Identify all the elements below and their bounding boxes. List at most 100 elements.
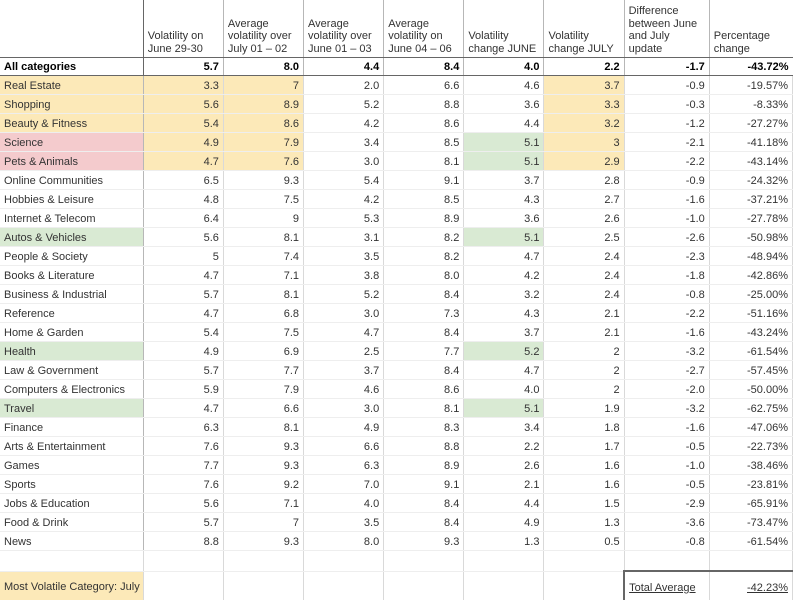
- spacer-cell: [624, 551, 710, 572]
- cell-pct_change: -27.27%: [709, 113, 793, 133]
- cell-avg_july_01_02: 7.1: [223, 493, 305, 513]
- legend-blank-cell: [383, 571, 465, 600]
- cell-pct_change: -57.45%: [709, 360, 793, 380]
- cell-avg_july_01_02: 6.8: [223, 303, 305, 323]
- row-category-label: Books & Literature: [0, 265, 144, 285]
- cell-avg_june_01_03: 2.5: [303, 341, 385, 361]
- cell-avg_june_04_06: 9.1: [383, 170, 465, 190]
- cell-change_june: 4.7: [463, 360, 545, 380]
- cell-pct_change: -42.86%: [709, 265, 793, 285]
- table-row: Science 4.9 7.9 3.4 8.5 5.1 3 -2.1 -41.18%: [0, 132, 793, 152]
- cell-vol_june_29_30: 4.7: [143, 265, 224, 285]
- cell-change_june: 3.6: [463, 208, 545, 228]
- cell-avg_june_01_03: 5.3: [303, 208, 385, 228]
- spacer-cell: [709, 551, 793, 572]
- cell-pct_change: -8.33%: [709, 94, 793, 114]
- cell-vol_june_29_30: 6.3: [143, 417, 224, 437]
- cell-avg_july_01_02: 7.9: [223, 132, 305, 152]
- row-category-label: Beauty & Fitness: [0, 113, 144, 133]
- row-category-label: Jobs & Education: [0, 493, 144, 513]
- cell-avg_june_01_03: 4.7: [303, 322, 385, 342]
- row-category-label: People & Society: [0, 246, 144, 266]
- cell-avg_june_01_03: 4.2: [303, 189, 385, 209]
- spacer-cell: [383, 551, 465, 572]
- table-row: Beauty & Fitness 5.4 8.6 4.2 8.6 4.4 3.2 -1.2 -2…: [0, 113, 793, 133]
- cell-change_july: 1.7: [543, 436, 625, 456]
- cell-avg_june_04_06: 8.1: [383, 151, 465, 171]
- cell-difference: -2.2: [624, 151, 710, 171]
- cell-change_july: 1.5: [543, 493, 625, 513]
- cell-vol_june_29_30: 5.4: [143, 113, 224, 133]
- cell-difference: -1.6: [624, 322, 710, 342]
- cell-change_july: 2: [543, 341, 625, 361]
- spacer-row: [0, 551, 793, 572]
- column-header-change-july: Volatility change JULY: [543, 0, 625, 58]
- cell-change_june: 4.3: [463, 303, 545, 323]
- cell-pct_change: -43.24%: [709, 322, 793, 342]
- row-category-label: Shopping: [0, 94, 144, 114]
- row-category-label: Food & Drink: [0, 512, 144, 532]
- cell-change_july: 1.8: [543, 417, 625, 437]
- cell-change_june: 3.7: [463, 170, 545, 190]
- cell-vol_june_29_30: 5.6: [143, 493, 224, 513]
- all-categories-label: All categories: [0, 57, 144, 76]
- cell-difference: -3.6: [624, 512, 710, 532]
- cell-avg_july_01_02: 9.3: [223, 170, 305, 190]
- row-category-label: Finance: [0, 417, 144, 437]
- cell-avg_july_01_02: 9.2: [223, 474, 305, 494]
- cell-vol_june_29_30: 8.8: [143, 531, 224, 551]
- cell-change_july: 2.4: [543, 265, 625, 285]
- table-header: Volatility on June 29-30 Average volatil…: [0, 0, 793, 58]
- cell-avg_july_01_02: 8.1: [223, 417, 305, 437]
- cell-change_june: 5.1: [463, 398, 545, 418]
- legend-blank-cell: [543, 571, 625, 600]
- cell-vol_june_29_30: 5: [143, 246, 224, 266]
- cell-avg_june_01_03: 3.4: [303, 132, 385, 152]
- cell-avg_june_01_03: 3.0: [303, 151, 385, 171]
- cell-vol_june_29_30: 5.6: [143, 227, 224, 247]
- cell-avg_july_01_02: 7.1: [223, 265, 305, 285]
- cell-avg_june_04_06: 8.8: [383, 94, 465, 114]
- table-row: Food & Drink 5.7 7 3.5 8.4 4.9 1.3 -3.6 -73.47%: [0, 512, 793, 532]
- cell-avg_june_01_03: 5.2: [303, 284, 385, 304]
- total-average-value: -42.23%: [709, 570, 793, 600]
- cell-change_july: 3: [543, 132, 625, 152]
- cell-pct_change: -61.54%: [709, 341, 793, 361]
- cell-avg_june_04_06: 8.0: [383, 265, 465, 285]
- cell-change_july: 1.3: [543, 512, 625, 532]
- cell-pct_change: -38.46%: [709, 455, 793, 475]
- table-row: Reference 4.7 6.8 3.0 7.3 4.3 2.1 -2.2 -51.16%: [0, 303, 793, 323]
- cell-vol_june_29_30: 3.3: [143, 75, 224, 95]
- cell-change_june: 5.1: [463, 227, 545, 247]
- spacer-cell: [303, 551, 385, 572]
- cell-avg_june_04_06: 8.9: [383, 208, 465, 228]
- header-row: Volatility on June 29-30 Average volatil…: [0, 0, 793, 58]
- cell-pct_change: -43.14%: [709, 151, 793, 171]
- cell-change_july: 2.5: [543, 227, 625, 247]
- cell-avg_june_01_03: 6.3: [303, 455, 385, 475]
- cell-avg_june_04_06: 8.6: [383, 113, 465, 133]
- cell-avg_july_01_02: 9.3: [223, 436, 305, 456]
- cell-difference: -3.2: [624, 341, 710, 361]
- legend-row-july: Most Volatile Category: July Total Avera…: [0, 570, 793, 600]
- cell-change_july: 0.5: [543, 531, 625, 551]
- cell-change_july: 2.8: [543, 170, 625, 190]
- cell-pct_change: -62.75%: [709, 398, 793, 418]
- row-category-label: Games: [0, 455, 144, 475]
- cell-difference: -2.2: [624, 303, 710, 323]
- cell-avg_june_04_06: 9.1: [383, 474, 465, 494]
- cell-vol_june_29_30: 4.7: [143, 303, 224, 323]
- column-header-avg-june-04-06: Average volatility on June 04 – 06: [383, 0, 465, 58]
- cell-avg_june_01_03: 4.0: [303, 493, 385, 513]
- column-header-difference: Difference between June and July update: [624, 0, 710, 58]
- cell-difference: -0.9: [624, 170, 710, 190]
- cell-pct_change: -50.98%: [709, 227, 793, 247]
- cell-difference: -1.6: [624, 417, 710, 437]
- cell-vol_june_29_30: 5.7: [143, 512, 224, 532]
- legend-blank-cell: [143, 571, 224, 600]
- cell-vol_june_29_30: 6.4: [143, 208, 224, 228]
- cell-pct_change: -73.47%: [709, 512, 793, 532]
- cell-change_june: 3.2: [463, 284, 545, 304]
- row-category-label: Science: [0, 132, 144, 152]
- cell-vol_june_29_30: 4.9: [143, 132, 224, 152]
